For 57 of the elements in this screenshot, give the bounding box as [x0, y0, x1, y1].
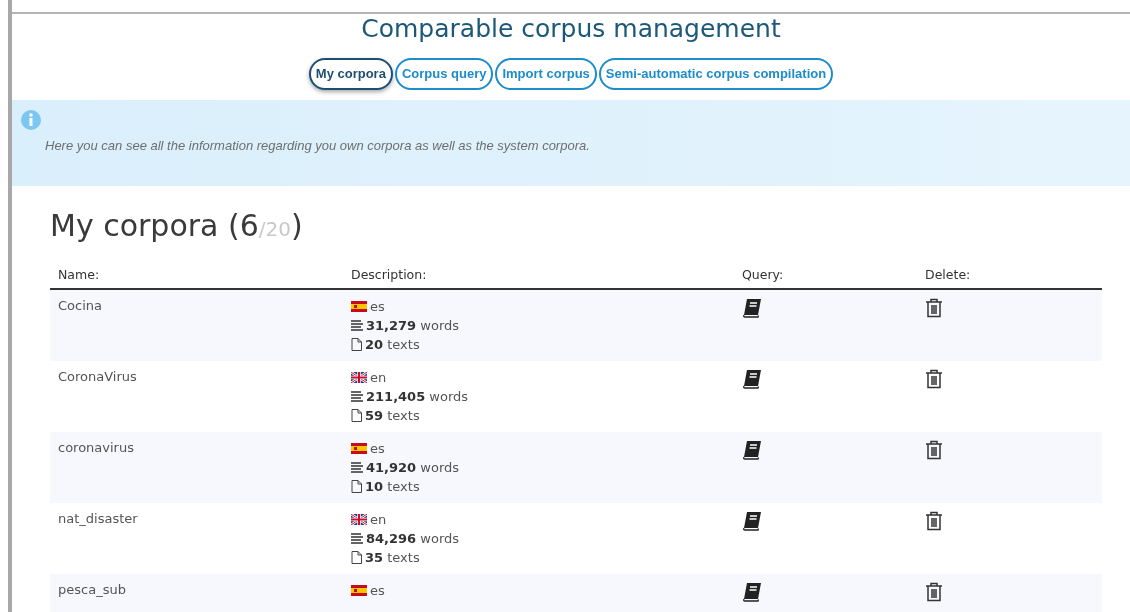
- text-lines-icon: [351, 533, 363, 544]
- query-button[interactable]: [742, 582, 764, 604]
- text-count: 10 texts: [365, 478, 420, 495]
- flag-icon: [351, 514, 367, 525]
- language-code: es: [370, 440, 385, 457]
- column-header: Query:: [741, 267, 785, 282]
- language-code: en: [370, 511, 387, 528]
- trash-icon: [925, 298, 943, 318]
- word-count: 41,920 words: [366, 459, 460, 476]
- info-text: Here you can see all the information regarding you own corpora as well as the system corpora.: [45, 138, 591, 153]
- query-button[interactable]: [742, 298, 764, 320]
- document-icon: [351, 551, 362, 564]
- flag-icon: [351, 443, 367, 454]
- info-icon: [21, 110, 41, 130]
- word-count: 211,405 words: [366, 388, 469, 405]
- language-code: es: [370, 582, 385, 599]
- query-button[interactable]: [742, 440, 764, 462]
- book-icon: [742, 298, 762, 318]
- corpus-name: Cocina: [57, 298, 103, 313]
- book-icon: [742, 582, 762, 602]
- query-button[interactable]: [742, 369, 764, 391]
- word-count: 31,279 words: [366, 317, 460, 334]
- trash-icon: [925, 440, 943, 460]
- tab[interactable]: Corpus query: [394, 58, 494, 90]
- page-title: Comparable corpus management: [361, 14, 781, 44]
- text-count: 59 texts: [365, 407, 420, 424]
- book-icon: [742, 440, 762, 460]
- text-count: 35 texts: [365, 549, 420, 566]
- language-code: en: [370, 369, 387, 386]
- text-count: 20 texts: [365, 336, 420, 353]
- flag-icon: [351, 585, 367, 596]
- tab[interactable]: Semi-automatic corpus compilation: [598, 58, 834, 90]
- query-button[interactable]: [742, 511, 764, 533]
- book-icon: [742, 369, 762, 389]
- book-icon: [742, 511, 762, 531]
- column-header: Delete:: [924, 267, 972, 282]
- trash-icon: [925, 511, 943, 531]
- trash-icon: [925, 582, 943, 602]
- corpus-name: pesca_sub: [57, 582, 127, 597]
- corpus-name: coronavirus: [57, 440, 135, 455]
- text-lines-icon: [351, 462, 363, 473]
- text-lines-icon: [351, 320, 363, 331]
- tab[interactable]: Import corpus: [495, 58, 597, 90]
- document-icon: [351, 338, 362, 351]
- text-lines-icon: [351, 391, 363, 402]
- corpus-name: nat_disaster: [57, 511, 139, 526]
- word-count: 84,296 words: [366, 530, 460, 547]
- flag-icon: [351, 372, 367, 383]
- tab[interactable]: My corpora: [308, 58, 393, 90]
- document-icon: [351, 480, 362, 493]
- document-icon: [351, 409, 362, 422]
- column-header: Description:: [350, 267, 428, 282]
- trash-icon: [925, 369, 943, 389]
- column-header: Name:: [57, 267, 101, 282]
- flag-icon: [351, 301, 367, 312]
- corpus-name: CoronaVirus: [57, 369, 138, 384]
- language-code: es: [370, 298, 385, 315]
